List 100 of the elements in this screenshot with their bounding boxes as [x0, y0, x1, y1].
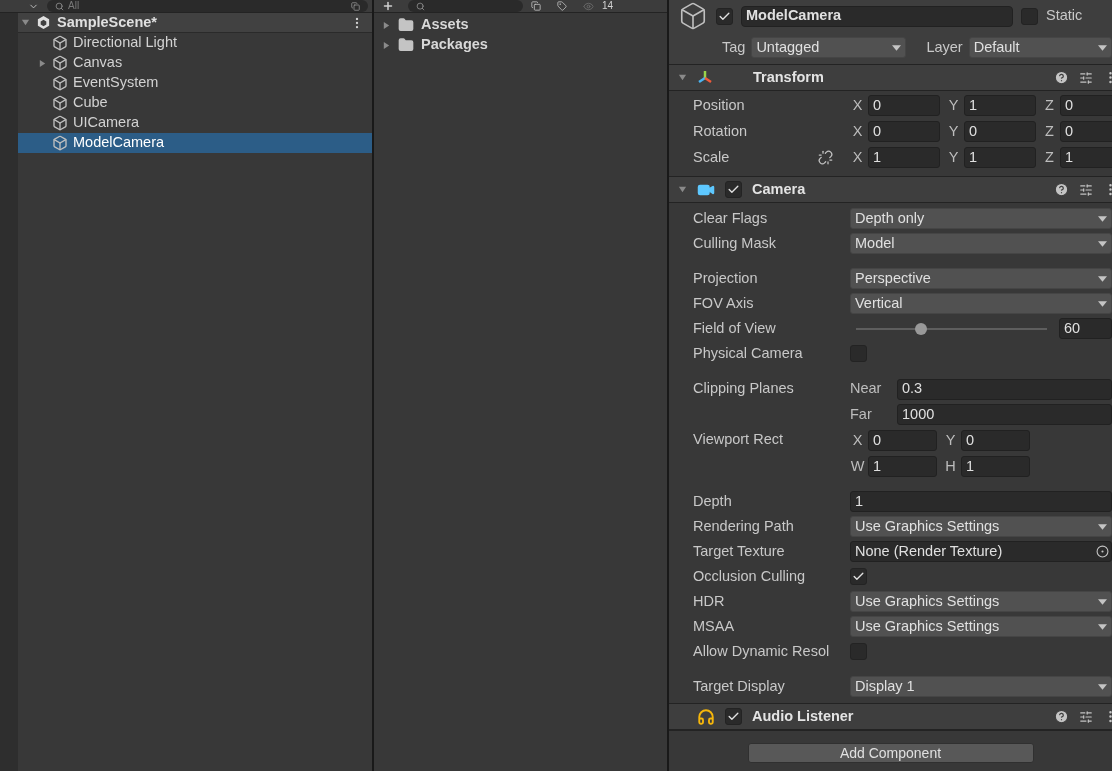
axis-label: X — [851, 121, 864, 141]
number-field[interactable]: 1 — [868, 146, 940, 168]
hierarchy-item[interactable]: Cube — [18, 93, 372, 113]
axis-label: Y — [947, 96, 960, 115]
number-field[interactable]: 1 — [1060, 146, 1112, 168]
dropdown[interactable]: Depth only — [850, 208, 1112, 230]
property-label: Rotation — [693, 121, 748, 141]
hierarchy-item[interactable]: Directional Light — [18, 33, 372, 53]
help-icon[interactable] — [1054, 709, 1069, 725]
search-field[interactable] — [408, 0, 523, 12]
number-field[interactable]: 0.3 — [897, 378, 1112, 400]
number-field[interactable]: 0 — [961, 430, 1030, 452]
dropdown[interactable]: Use Graphics Settings — [850, 516, 1112, 538]
expand-triangle-icon[interactable] — [38, 58, 47, 68]
property-label: HDR — [693, 591, 726, 611]
number-field[interactable]: 1000 — [897, 404, 1112, 426]
layer-dropdown[interactable]: Default — [968, 37, 1112, 59]
plane-label: Far — [850, 405, 873, 424]
property-label: Viewport Rect — [693, 430, 784, 450]
presets-icon[interactable] — [1079, 709, 1093, 724]
enable-checkbox[interactable] — [725, 708, 742, 726]
component-title: Transform — [753, 67, 825, 87]
hierarchy-item[interactable]: Canvas — [18, 53, 372, 73]
name-field[interactable]: ModelCamera — [741, 5, 1013, 27]
hierarchy-item[interactable]: UICamera — [18, 113, 372, 133]
foldout-triangle-icon[interactable] — [382, 40, 391, 50]
property-label: Field of View — [693, 318, 777, 338]
number-field[interactable]: 1 — [850, 491, 1112, 513]
add-icon[interactable] — [382, 0, 394, 12]
dropdown[interactable]: Vertical — [850, 293, 1112, 315]
number-field[interactable]: 1 — [964, 95, 1036, 117]
caret-icon — [1098, 523, 1107, 530]
component-header[interactable]: Camera — [669, 176, 1112, 204]
tag-dropdown[interactable]: Untagged — [751, 37, 907, 59]
number-field[interactable]: 0 — [868, 121, 940, 143]
folder-icon — [398, 37, 414, 53]
number-field[interactable]: 60 — [1059, 318, 1112, 340]
object-field[interactable]: None (Render Texture) — [850, 541, 1112, 563]
foldout-triangle-icon[interactable] — [678, 73, 687, 82]
number-field[interactable]: 1 — [961, 455, 1030, 477]
tag-icon[interactable] — [557, 1, 567, 11]
axis-label: Z — [1044, 96, 1055, 115]
dropdown[interactable]: Model — [850, 233, 1112, 255]
number-field[interactable]: 1 — [868, 455, 937, 477]
hierarchy-item[interactable]: EventSystem — [18, 73, 372, 93]
scene-header[interactable]: SampleScene* — [18, 13, 372, 33]
property-label: Target Display — [693, 676, 786, 696]
dropdown[interactable]: Display 1 — [850, 676, 1112, 698]
dropdown[interactable]: Use Graphics Settings — [850, 591, 1112, 613]
search-icon — [416, 1, 425, 11]
foldout-triangle-icon[interactable] — [382, 20, 391, 30]
cube-icon — [52, 135, 68, 151]
presets-icon[interactable] — [1079, 70, 1093, 85]
foldout-triangle-icon[interactable] — [21, 18, 30, 27]
slider-thumb[interactable] — [914, 322, 927, 335]
number-field[interactable]: 0 — [964, 121, 1036, 143]
add-component-button[interactable]: Add Component — [747, 743, 1034, 764]
property-label: Depth — [693, 491, 733, 511]
caret-icon — [1098, 598, 1107, 605]
foldout-triangle-icon[interactable] — [678, 185, 687, 195]
property-label: Rendering Path — [693, 516, 795, 536]
scene-name: SampleScene* — [57, 12, 158, 32]
caret-icon — [892, 44, 902, 51]
property-label: Clear Flags — [693, 208, 769, 228]
property-label: Scale — [693, 147, 731, 167]
number-field[interactable]: 1 — [964, 146, 1036, 168]
plane-label: Near — [850, 379, 883, 399]
number-field[interactable]: 0 — [1060, 121, 1112, 143]
axis-label: X — [851, 147, 864, 167]
hierarchy-item[interactable]: ModelCamera — [18, 133, 372, 153]
folder-icon — [398, 17, 414, 33]
help-icon[interactable] — [1054, 70, 1069, 85]
property-label: FOV Axis — [693, 293, 755, 313]
overlap-squares-icon[interactable] — [351, 1, 360, 11]
enable-checkbox[interactable] — [725, 181, 742, 199]
unlink-icon[interactable] — [818, 149, 833, 165]
property-label: Position — [693, 96, 746, 115]
component-header[interactable]: Transform — [669, 64, 1112, 91]
folder-item[interactable]: Packages — [374, 35, 667, 55]
property-label: Occlusion Culling — [693, 566, 807, 586]
number-field[interactable]: 0 — [868, 95, 940, 117]
object-picker-icon[interactable] — [1096, 545, 1109, 559]
dropdown[interactable]: Use Graphics Settings — [850, 616, 1112, 638]
property-label: Culling Mask — [693, 233, 777, 253]
cube-icon — [52, 95, 68, 111]
number-field[interactable]: 0 — [1060, 95, 1112, 117]
help-icon[interactable] — [1054, 182, 1069, 198]
presets-icon[interactable] — [1079, 182, 1093, 197]
caret-icon — [1098, 275, 1107, 282]
active-checkbox[interactable] — [716, 7, 733, 25]
number-field[interactable]: 0 — [868, 430, 937, 452]
folder-item[interactable]: Assets — [374, 15, 667, 35]
static-checkbox[interactable] — [1021, 7, 1038, 25]
axes-icon — [697, 69, 713, 86]
checkbox[interactable] — [850, 568, 867, 586]
static-label: Static — [1046, 6, 1083, 26]
caret-icon — [1098, 44, 1107, 51]
component-title: Audio Listener — [752, 706, 855, 726]
dropdown[interactable]: Perspective — [850, 268, 1112, 290]
component-header[interactable]: Audio Listener — [669, 703, 1112, 731]
